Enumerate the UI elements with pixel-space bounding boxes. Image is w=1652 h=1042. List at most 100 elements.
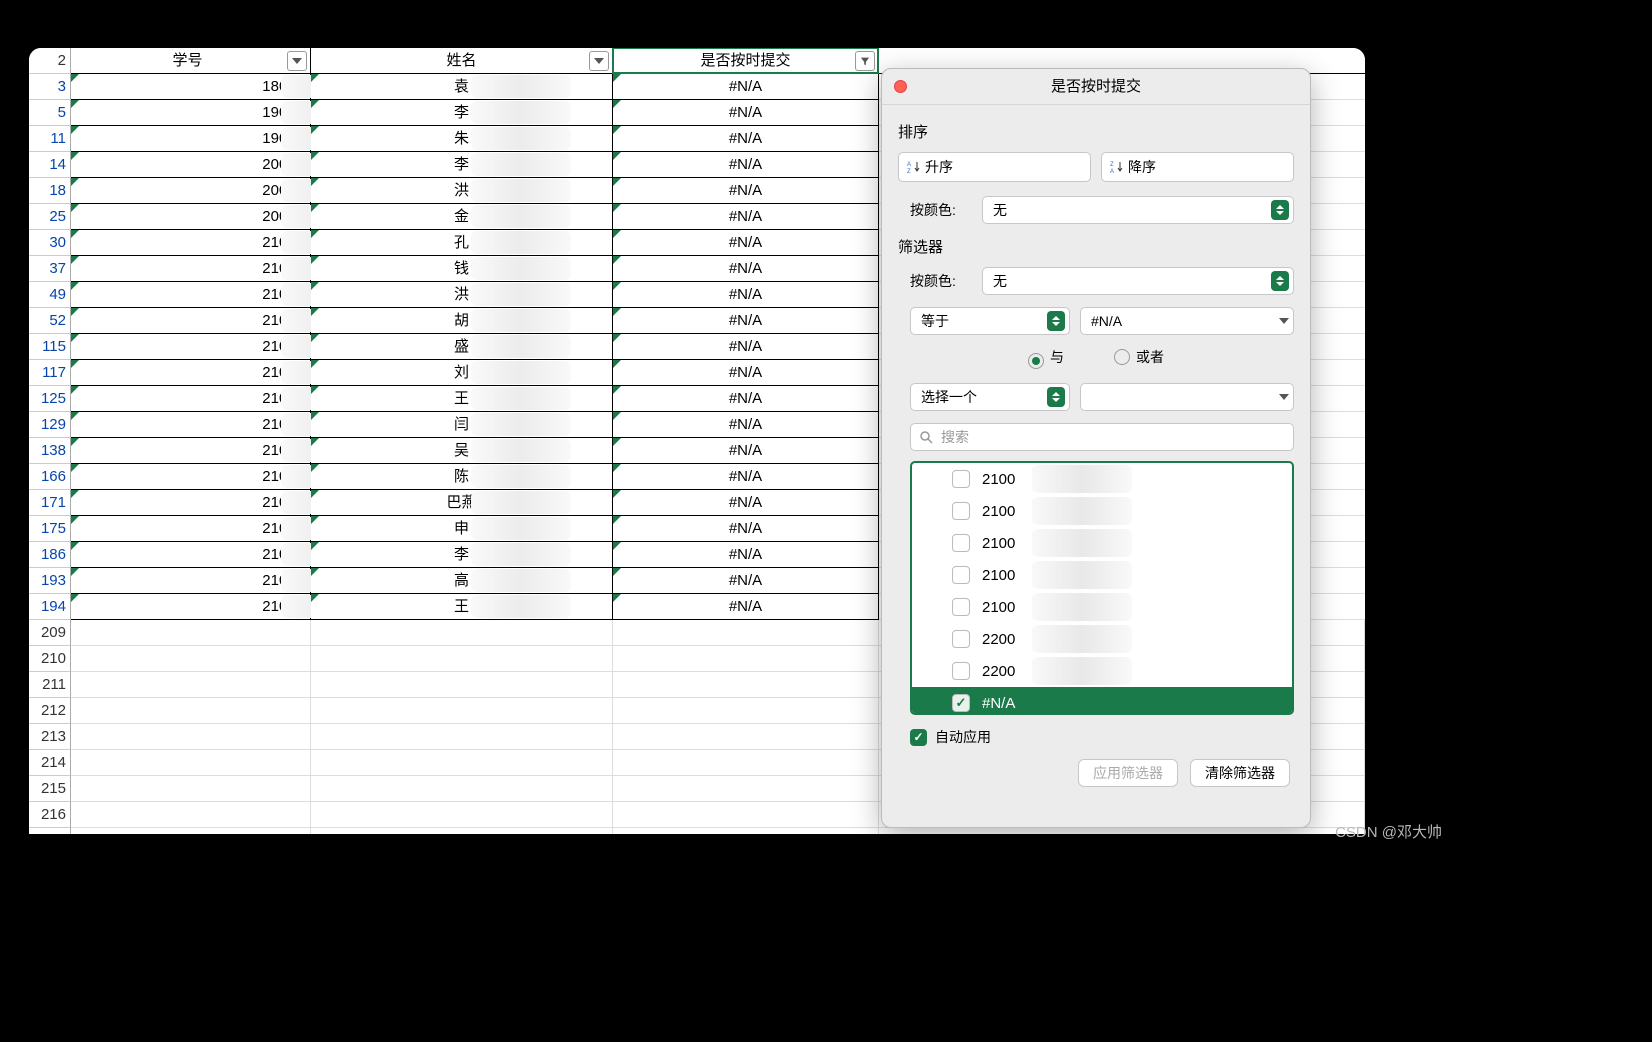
cell-name[interactable]: 陈 bbox=[311, 464, 613, 490]
condition2-value-select[interactable] bbox=[1080, 383, 1294, 411]
condition2-operator-select[interactable]: 选择一个 bbox=[910, 383, 1070, 411]
cell-submitted[interactable]: #N/A bbox=[613, 282, 879, 308]
cell-name[interactable]: 盛 bbox=[311, 334, 613, 360]
row-header[interactable]: 138 bbox=[29, 438, 71, 464]
cell-submitted[interactable]: #N/A bbox=[613, 152, 879, 178]
cell-student-id[interactable]: 21000 bbox=[71, 542, 311, 568]
cell-submitted[interactable]: #N/A bbox=[613, 516, 879, 542]
condition-operator-select[interactable]: 等于 bbox=[910, 307, 1070, 335]
col-header-name[interactable]: 姓名 bbox=[311, 48, 613, 74]
empty-cell[interactable] bbox=[613, 828, 879, 834]
cell-name[interactable]: 孔 bbox=[311, 230, 613, 256]
checkbox[interactable] bbox=[952, 598, 970, 616]
row-header[interactable]: 212 bbox=[29, 698, 71, 724]
cell-submitted[interactable]: #N/A bbox=[613, 230, 879, 256]
cell-submitted[interactable]: #N/A bbox=[613, 386, 879, 412]
sort-by-color-select[interactable]: 无 bbox=[982, 196, 1294, 224]
cell-student-id[interactable]: 20000 bbox=[71, 178, 311, 204]
row-header[interactable]: 175 bbox=[29, 516, 71, 542]
cell-student-id[interactable]: 20009 bbox=[71, 204, 311, 230]
cell-submitted[interactable]: #N/A bbox=[613, 100, 879, 126]
col-header-student-id[interactable]: 学号 bbox=[71, 48, 311, 74]
clear-filter-button[interactable]: 清除筛选器 bbox=[1190, 759, 1290, 787]
cell-name[interactable]: 高 bbox=[311, 568, 613, 594]
empty-cell[interactable] bbox=[311, 620, 613, 646]
filter-value-item[interactable]: 2100 bbox=[912, 591, 1292, 623]
cell-student-id[interactable]: 20000 bbox=[71, 152, 311, 178]
empty-cell[interactable] bbox=[311, 724, 613, 750]
row-header[interactable]: 213 bbox=[29, 724, 71, 750]
row-header[interactable]: 115 bbox=[29, 334, 71, 360]
cell-submitted[interactable]: #N/A bbox=[613, 334, 879, 360]
cell-name[interactable]: 王 bbox=[311, 594, 613, 620]
filter-value-item[interactable]: 2100 bbox=[912, 527, 1292, 559]
row-header[interactable]: 215 bbox=[29, 776, 71, 802]
filter-value-item[interactable]: 2200 bbox=[912, 655, 1292, 687]
row-header[interactable]: 49 bbox=[29, 282, 71, 308]
empty-cell[interactable] bbox=[613, 750, 879, 776]
row-header[interactable]: 30 bbox=[29, 230, 71, 256]
cell-name[interactable]: 申 bbox=[311, 516, 613, 542]
row-header[interactable]: 37 bbox=[29, 256, 71, 282]
row-header[interactable]: 14 bbox=[29, 152, 71, 178]
cell-name[interactable]: 王 bbox=[311, 386, 613, 412]
empty-cell[interactable] bbox=[311, 698, 613, 724]
cell-name[interactable]: 胡 bbox=[311, 308, 613, 334]
empty-cell[interactable] bbox=[311, 672, 613, 698]
condition-value-select[interactable]: #N/A bbox=[1080, 307, 1294, 335]
row-header[interactable]: 117 bbox=[29, 360, 71, 386]
cell-name[interactable]: 钱 bbox=[311, 256, 613, 282]
cell-name[interactable]: 巴燕 bbox=[311, 490, 613, 516]
filter-value-item[interactable]: 2100 bbox=[912, 495, 1292, 527]
empty-cell[interactable] bbox=[879, 828, 1365, 834]
checkbox[interactable] bbox=[952, 662, 970, 680]
cell-student-id[interactable]: 21000 bbox=[71, 516, 311, 542]
cell-submitted[interactable]: #N/A bbox=[613, 568, 879, 594]
filter-dropdown-button[interactable] bbox=[287, 51, 307, 71]
cell-submitted[interactable]: #N/A bbox=[613, 178, 879, 204]
cell-name[interactable]: 李 bbox=[311, 100, 613, 126]
cell-name[interactable]: 洪 bbox=[311, 282, 613, 308]
checkbox-checked[interactable] bbox=[952, 694, 970, 712]
empty-cell[interactable] bbox=[71, 620, 311, 646]
checkbox[interactable] bbox=[952, 534, 970, 552]
row-header[interactable]: 186 bbox=[29, 542, 71, 568]
cell-submitted[interactable]: #N/A bbox=[613, 412, 879, 438]
row-header[interactable]: 217 bbox=[29, 828, 71, 834]
cell-name[interactable]: 朱 bbox=[311, 126, 613, 152]
checkbox[interactable] bbox=[952, 502, 970, 520]
row-header[interactable]: 25 bbox=[29, 204, 71, 230]
filter-by-color-select[interactable]: 无 bbox=[982, 267, 1294, 295]
cell-student-id[interactable]: 21000 bbox=[71, 490, 311, 516]
cell-name[interactable]: 袁 bbox=[311, 74, 613, 100]
row-header[interactable]: 171 bbox=[29, 490, 71, 516]
filter-dropdown-button-active[interactable] bbox=[855, 51, 875, 71]
cell-submitted[interactable]: #N/A bbox=[613, 74, 879, 100]
empty-cell[interactable] bbox=[311, 776, 613, 802]
auto-apply-checkbox[interactable] bbox=[910, 729, 927, 746]
cell-submitted[interactable]: #N/A bbox=[613, 464, 879, 490]
filter-values-list[interactable]: 2100210021002100210022002200 #N/A bbox=[910, 461, 1294, 715]
row-header[interactable]: 193 bbox=[29, 568, 71, 594]
checkbox[interactable] bbox=[952, 566, 970, 584]
checkbox[interactable] bbox=[952, 630, 970, 648]
cell-submitted[interactable]: #N/A bbox=[613, 256, 879, 282]
cell-submitted[interactable]: #N/A bbox=[613, 594, 879, 620]
cell-student-id[interactable]: 19000 bbox=[71, 100, 311, 126]
row-header[interactable]: 194 bbox=[29, 594, 71, 620]
cell-student-id[interactable]: 21000 bbox=[71, 412, 311, 438]
and-radio[interactable]: 与 bbox=[1028, 347, 1064, 369]
empty-cell[interactable] bbox=[311, 828, 613, 834]
row-header[interactable]: 52 bbox=[29, 308, 71, 334]
row-header[interactable]: 129 bbox=[29, 412, 71, 438]
cell-student-id[interactable]: 21000 bbox=[71, 568, 311, 594]
row-header[interactable]: 2 bbox=[29, 48, 71, 74]
empty-cell[interactable] bbox=[613, 724, 879, 750]
close-button[interactable] bbox=[894, 80, 907, 93]
row-header[interactable]: 166 bbox=[29, 464, 71, 490]
empty-cell[interactable] bbox=[613, 776, 879, 802]
filter-search-input[interactable]: 搜索 bbox=[910, 423, 1294, 451]
cell-name[interactable]: 李 bbox=[311, 152, 613, 178]
cell-student-id[interactable]: 21000 bbox=[71, 464, 311, 490]
filter-value-item[interactable]: 2100 bbox=[912, 559, 1292, 591]
